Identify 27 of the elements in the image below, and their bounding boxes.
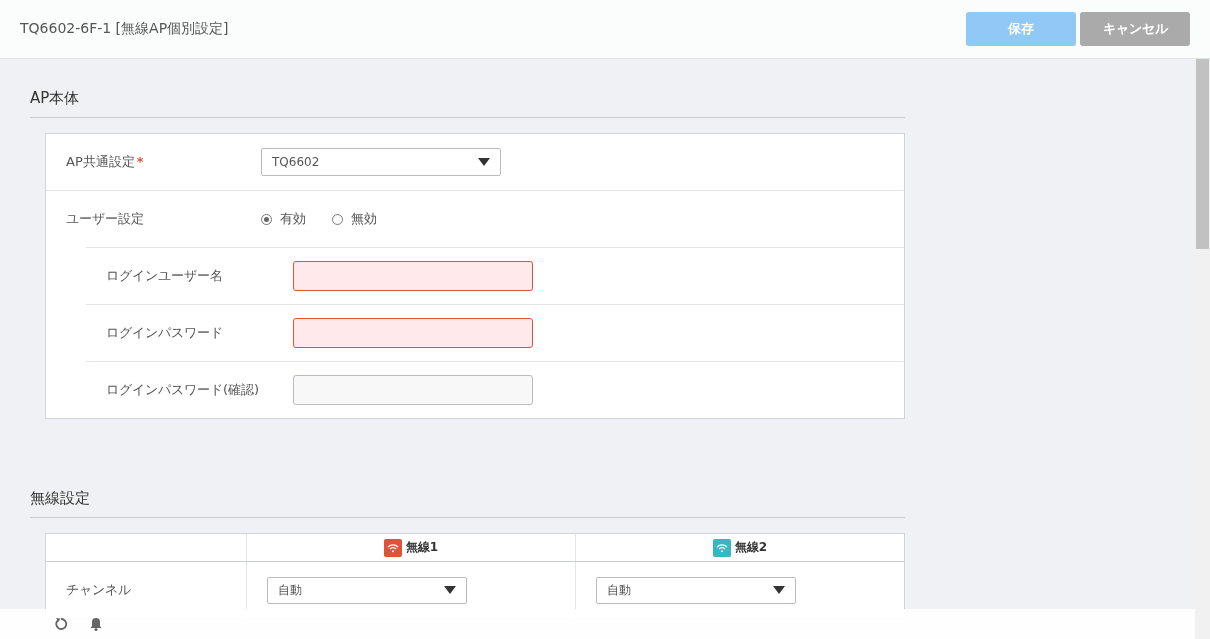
field-label: ログインパスワード(確認): [106, 382, 260, 397]
section-heading: AP本体: [30, 88, 81, 109]
caret-icon: [444, 586, 456, 594]
column-header: 無線2: [734, 539, 768, 556]
bell-icon[interactable]: [90, 617, 102, 631]
dropdown[interactable]: 自動: [596, 576, 796, 604]
dropdown[interactable]: TQ6602: [261, 148, 501, 176]
dropdown[interactable]: 自動: [267, 576, 467, 604]
column-header: 無線1: [405, 539, 439, 556]
radio-option[interactable]: 有効: [261, 210, 306, 228]
caret-icon: [773, 586, 785, 594]
radio-option[interactable]: 無効: [332, 210, 377, 228]
field-label: ユーザー設定: [66, 211, 144, 226]
input-field[interactable]: [293, 318, 533, 348]
scrollbar-thumb[interactable]: [1196, 59, 1209, 249]
field-label: AP共通設定: [66, 154, 135, 169]
field-label: ログインパスワード: [106, 325, 223, 340]
field-label: ログインユーザー名: [106, 268, 223, 283]
required-mark: *: [136, 154, 144, 169]
refresh-icon[interactable]: [54, 617, 68, 631]
input-field[interactable]: [293, 261, 533, 291]
row-label: チャンネル: [66, 581, 131, 599]
scrollbar[interactable]: [1195, 59, 1210, 639]
window-title: TQ6602-6F-1 [無線AP個別設定]: [20, 20, 229, 38]
caret-icon: [478, 158, 490, 166]
section-heading: 無線設定: [30, 488, 91, 509]
input-field[interactable]: [293, 375, 533, 405]
